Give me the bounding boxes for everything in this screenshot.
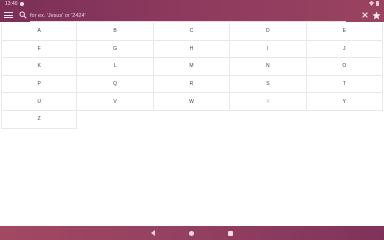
letter-cell-s[interactable]: S bbox=[230, 75, 307, 94]
battery-icon bbox=[376, 1, 379, 6]
letter-cell-i[interactable]: I bbox=[230, 40, 307, 59]
wifi-icon bbox=[369, 1, 374, 6]
letter-cell-m[interactable]: M bbox=[153, 58, 231, 76]
letter-cell-v[interactable]: V bbox=[77, 93, 154, 111]
status-time: 13:40 bbox=[5, 1, 18, 7]
letter-cell-o[interactable]: O bbox=[306, 58, 383, 76]
letter-cell-w[interactable]: W bbox=[153, 93, 231, 111]
letter-cell-y[interactable]: Y bbox=[306, 93, 383, 111]
letter-cell-q[interactable]: Q bbox=[77, 75, 154, 94]
letter-grid: ABCDE FGHIJ KLMNO PQRST UVWXY Z bbox=[1, 23, 383, 129]
letter-cell-b[interactable]: B bbox=[77, 23, 154, 41]
letter-cell-d[interactable]: D bbox=[230, 23, 307, 41]
letter-cell-f[interactable]: F bbox=[1, 40, 78, 59]
letter-cell-u[interactable]: U bbox=[1, 93, 78, 111]
home-icon[interactable] bbox=[189, 230, 194, 236]
close-icon[interactable] bbox=[361, 11, 369, 19]
letter-cell-j[interactable]: J bbox=[306, 40, 383, 59]
letter-cell-h[interactable]: H bbox=[153, 40, 231, 59]
letter-cell-a[interactable]: A bbox=[1, 23, 78, 41]
letter-cell-c[interactable]: C bbox=[153, 23, 231, 41]
star-icon[interactable] bbox=[372, 11, 381, 20]
notification-dot-icon bbox=[20, 2, 24, 6]
letter-cell-n[interactable]: N bbox=[230, 58, 307, 76]
letter-cell-k[interactable]: K bbox=[1, 58, 78, 76]
letter-cell-z[interactable]: Z bbox=[1, 110, 78, 129]
letter-cell-x[interactable]: X bbox=[230, 93, 307, 111]
letter-cell-t[interactable]: T bbox=[306, 75, 383, 94]
navigation-bar bbox=[0, 226, 384, 240]
letter-cell-l[interactable]: L bbox=[77, 58, 154, 76]
back-icon[interactable] bbox=[151, 230, 155, 236]
toolbar bbox=[0, 8, 384, 22]
status-bar: 13:40 bbox=[0, 0, 384, 8]
letter-cell-p[interactable]: P bbox=[1, 75, 78, 94]
status-icons bbox=[369, 1, 379, 6]
recents-icon[interactable] bbox=[228, 230, 233, 236]
letter-cell-g[interactable]: G bbox=[77, 40, 154, 59]
search-input[interactable] bbox=[30, 11, 346, 22]
letter-cell-e[interactable]: E bbox=[306, 23, 383, 41]
search-icon bbox=[19, 11, 27, 19]
hamburger-menu-icon[interactable] bbox=[4, 11, 13, 19]
letter-cell-r[interactable]: R bbox=[153, 75, 231, 94]
